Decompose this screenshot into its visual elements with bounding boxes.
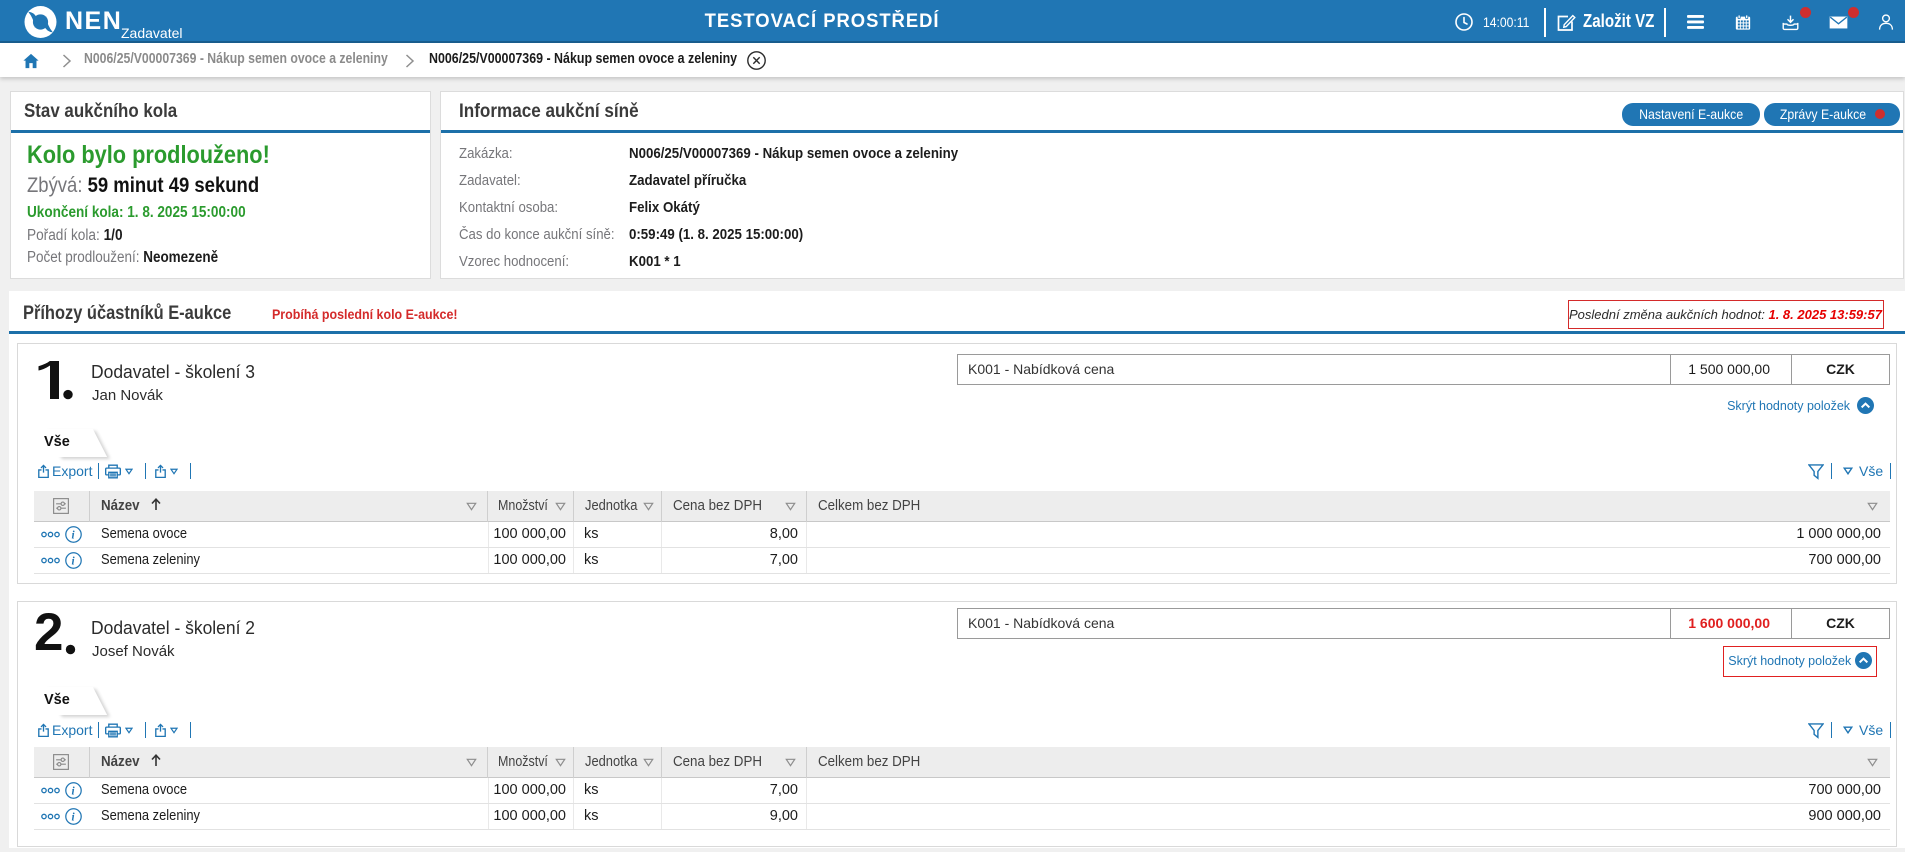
- svg-text:i: i: [71, 530, 75, 542]
- svg-text:i: i: [71, 812, 75, 824]
- svg-text:i: i: [71, 556, 75, 568]
- svg-text:i: i: [71, 786, 75, 798]
